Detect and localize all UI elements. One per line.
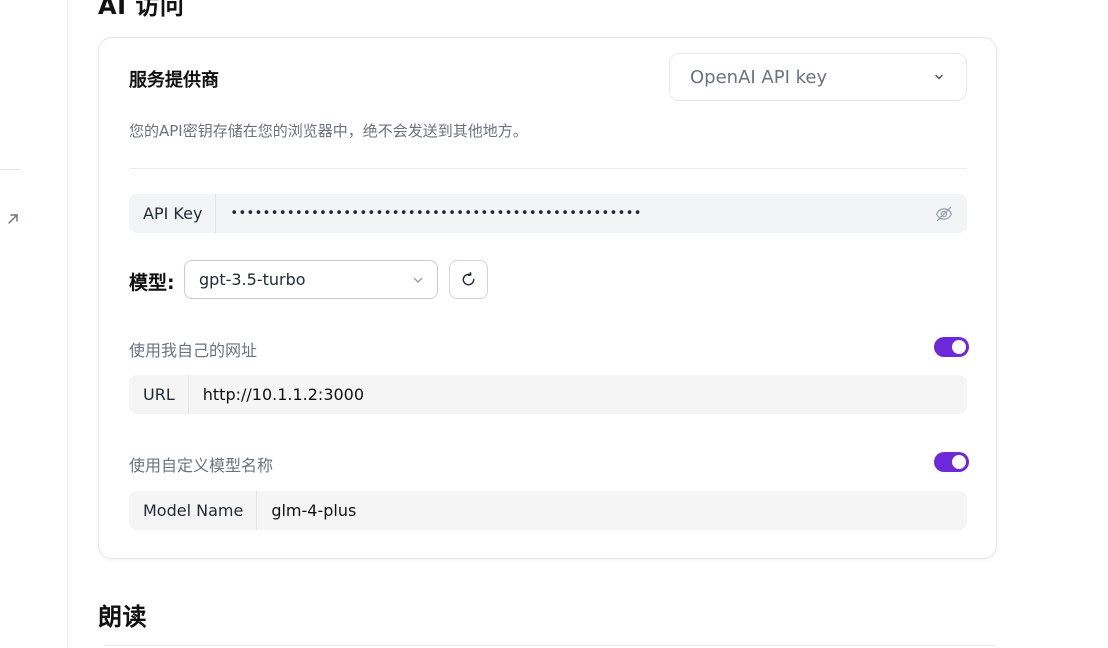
url-input[interactable]: http://10.1.1.2:3000: [189, 375, 967, 414]
api-key-input-group: API Key ••••••••••••••••••••••••••••••••…: [129, 194, 967, 233]
model-select[interactable]: gpt-3.5-turbo: [184, 260, 438, 299]
model-name-prefix: Model Name: [129, 491, 258, 530]
model-name-input[interactable]: glm-4-plus: [257, 491, 967, 530]
url-input-group: URL http://10.1.1.2:3000: [129, 375, 967, 414]
refresh-models-button[interactable]: [449, 260, 488, 299]
external-link-arrow-icon[interactable]: [5, 211, 21, 227]
settings-page: AI 访问 服务提供商 OpenAI API key 您的API密钥存储在您的浏…: [0, 0, 1108, 648]
custom-model-toggle[interactable]: [934, 452, 969, 472]
provider-select[interactable]: OpenAI API key: [669, 53, 967, 101]
refresh-icon: [462, 271, 475, 286]
sidebar: [0, 0, 68, 648]
custom-url-toggle-label: 使用我自己的网址: [129, 341, 258, 360]
api-key-prefix: API Key: [129, 194, 217, 233]
sidebar-divider: [0, 169, 22, 170]
read-aloud-section-title: 朗读: [98, 603, 147, 631]
ai-access-card: 服务提供商 OpenAI API key 您的API密钥存储在您的浏览器中，绝不…: [98, 37, 997, 559]
provider-select-value: OpenAI API key: [690, 66, 828, 88]
api-key-input[interactable]: ••••••••••••••••••••••••••••••••••••••••…: [216, 194, 934, 233]
chevron-down-icon: [413, 277, 423, 283]
eye-off-icon[interactable]: [934, 204, 954, 224]
url-prefix: URL: [129, 375, 189, 414]
provider-label: 服务提供商: [129, 70, 219, 91]
custom-url-toggle[interactable]: [934, 337, 969, 357]
toggle-knob: [952, 455, 966, 469]
divider: [129, 168, 967, 169]
chevron-down-icon: [935, 74, 943, 80]
ai-access-section-title: AI 访问: [98, 0, 185, 20]
provider-description: 您的API密钥存储在您的浏览器中，绝不会发送到其他地方。: [129, 122, 528, 140]
custom-model-toggle-label: 使用自定义模型名称: [129, 456, 274, 475]
model-select-value: gpt-3.5-turbo: [199, 270, 306, 289]
toggle-knob: [952, 340, 966, 354]
model-label: 模型:: [129, 272, 175, 294]
model-name-input-group: Model Name glm-4-plus: [129, 491, 967, 530]
